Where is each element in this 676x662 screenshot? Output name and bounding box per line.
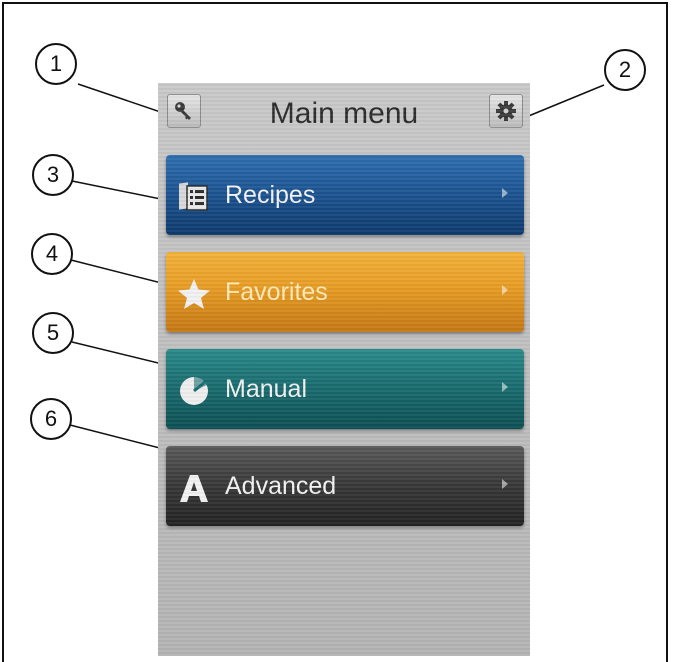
chevron-right-icon xyxy=(502,188,508,198)
callout-6: 6 xyxy=(30,398,72,440)
recipes-label: Recipes xyxy=(225,181,316,209)
settings-button[interactable] xyxy=(489,94,523,128)
manual-button[interactable]: Manual xyxy=(166,349,524,429)
page-title: Main menu xyxy=(269,97,419,130)
star-icon xyxy=(178,279,210,309)
recipes-button[interactable]: Recipes xyxy=(166,155,524,235)
callout-4: 4 xyxy=(31,233,73,275)
recipe-book-icon xyxy=(179,182,208,211)
letter-a-icon xyxy=(180,475,208,502)
advanced-button[interactable]: Advanced xyxy=(166,446,524,526)
manual-label: Manual xyxy=(225,375,307,403)
favorites-label: Favorites xyxy=(225,278,328,306)
chevron-right-icon xyxy=(502,479,508,489)
callout-3: 3 xyxy=(32,154,74,196)
callout-5: 5 xyxy=(32,312,74,354)
device-screen: Main menu Recipes Favorites Manual Advan… xyxy=(158,83,530,656)
advanced-label: Advanced xyxy=(225,472,337,500)
callout-1: 1 xyxy=(35,43,77,85)
dial-icon xyxy=(180,376,208,405)
callout-2: 2 xyxy=(604,49,646,91)
top-bar: Main menu xyxy=(158,83,530,151)
gear-icon xyxy=(496,101,516,121)
chevron-right-icon xyxy=(502,382,508,392)
favorites-button[interactable]: Favorites xyxy=(166,252,524,332)
chevron-right-icon xyxy=(502,285,508,295)
